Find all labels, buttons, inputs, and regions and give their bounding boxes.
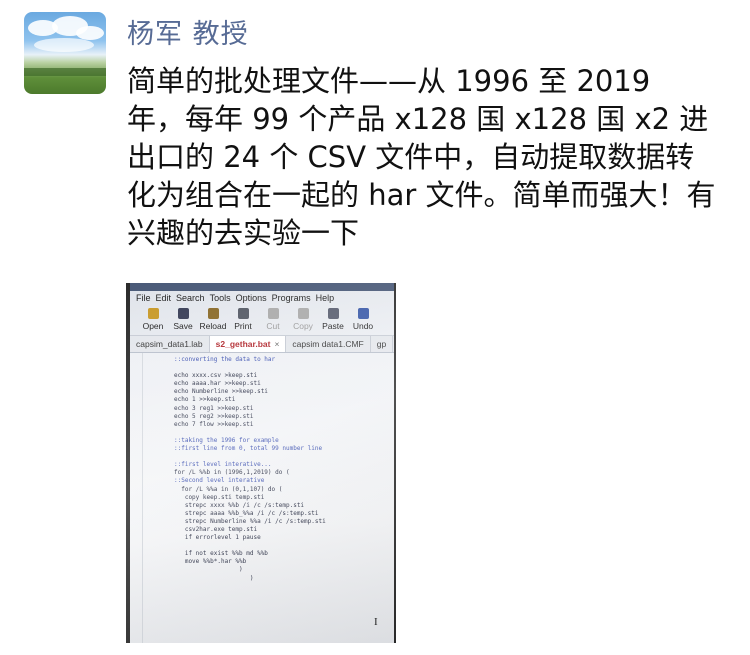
code-line: echo 1 >>keep.sti [174,396,236,404]
post-photo[interactable]: File Edit Search Tools Options Programs Help O… [126,283,396,643]
menu-item-search: Search [176,293,205,303]
line-number-gutter [130,353,143,643]
code-editor: ::converting the data to har echo xxxx.c… [130,353,394,643]
menu-item-options: Options [235,293,267,303]
code-line: if errorlevel 1 pause [174,534,261,542]
toolbar-button-label: Undo [352,321,374,331]
toolbar-button-label: Save [173,321,193,331]
toolbar-button-label: Cut [266,321,280,331]
printer-icon [237,308,249,319]
toolbar-open-button: Open [138,305,168,335]
scissors-icon [267,308,279,319]
code-line: strepc aaaa %%b_%%a /i /c /s:temp.sti [174,509,319,517]
menu-bar: File Edit Search Tools Options Programs Help [130,291,394,305]
photographed-editor-window: File Edit Search Tools Options Programs Help O… [130,283,394,643]
code-line: echo 5 reg2 >>keep.sti [174,412,254,420]
code-line: ) [174,574,254,582]
toolbar-button-label: Paste [322,321,344,331]
toolbar-undo-button: Undo [348,305,378,335]
toolbar-cut-button: Cut [258,305,288,335]
tab-label: gp [376,339,387,349]
text-cursor-icon: I [374,616,378,628]
cloud-shape [76,26,104,40]
toolbar-button-label: Print [234,321,252,331]
code-line: for /L %%a in (0,1,107) do ( [174,485,283,493]
code-line: ::taking the 1996 for example [174,436,279,444]
code-line: echo 7 flow >>keep.sti [174,420,254,428]
toolbar-button-label: Reload [199,321,227,331]
code-line: csv2har.exe temp.sti [174,525,258,533]
undo-icon [357,308,369,319]
code-line: echo aaaa.har >>keep.sti [174,380,261,388]
menu-item-programs: Programs [271,293,311,303]
toolbar: Open Save Reload Print Cut Copy Paste Undo [130,305,394,336]
post-text: 简单的批处理文件——从 1996 至 2019 年，每年 99 个产品 x128… [127,64,716,250]
tab-label: s2_gethar.bat [215,339,271,349]
code-line: if not exist %%b md %%b [174,550,268,558]
code-line: for /L %%b in (1996,1,2019) do ( [174,469,290,477]
code-line: strepc xxxx %%b /i /c /s:temp.sti [174,501,305,509]
post-author-name[interactable]: 杨军 教授 [127,12,249,51]
tree-line [24,68,106,76]
toolbar-reload-button: Reload [198,305,228,335]
code-line: ::converting the data to har [174,356,276,363]
menu-item-tools: Tools [209,293,231,303]
code-line: ::Second level interative [174,477,265,485]
clipboard-icon [327,308,339,319]
folder-open-icon [147,308,159,319]
code-line: ::first level interative... [174,461,272,469]
tab-label: capsim data1.CMF [292,339,364,349]
toolbar-print-button: Print [228,305,258,335]
cloud-shape [34,38,94,52]
code-line: echo xxxx.csv >keep.sti [174,372,258,380]
avatar[interactable] [24,12,106,94]
close-tab-icon: × [274,339,280,349]
code-line: strepc Numberline %%a /i /c /s:temp.sti [174,517,326,525]
toolbar-copy-button: Copy [288,305,318,335]
menu-item-file: File [136,293,151,303]
tab-gp: gp [371,336,394,352]
toolbar-paste-button: Paste [318,305,348,335]
toolbar-button-label: Copy [293,321,313,331]
tab-capsim-data1-cmf: capsim data1.CMF [286,336,371,352]
reload-icon [207,308,219,319]
code-line: copy keep.sti temp.sti [174,493,265,501]
window-title-bar [130,283,394,291]
tab-s2-gethar-bat: s2_gethar.bat × [209,336,287,352]
tab-label: capsim_data1.lab [136,339,203,349]
menu-item-edit: Edit [155,293,172,303]
toolbar-save-button: Save [168,305,198,335]
toolbar-button-label: Open [142,321,164,331]
tab-strip: capsim_data1.lab s2_gethar.bat × capsim dat… [130,336,394,353]
code-line: move %%b*.har %%b [174,558,247,566]
floppy-disk-icon [177,308,189,319]
code-line: echo 3 reg1 >>keep.sti [174,404,254,412]
menu-item-help: Help [315,293,335,303]
copy-icon [297,308,309,319]
tab-capsim-data1-lab: capsim_data1.lab [130,336,210,352]
code-line: ::first line from 0, total 99 number lin… [174,445,323,453]
code-text: ::converting the data to har echo xxxx.c… [174,356,326,583]
code-line: echo Numberline >>keep.sti [174,388,268,396]
code-line: ) [174,566,243,574]
